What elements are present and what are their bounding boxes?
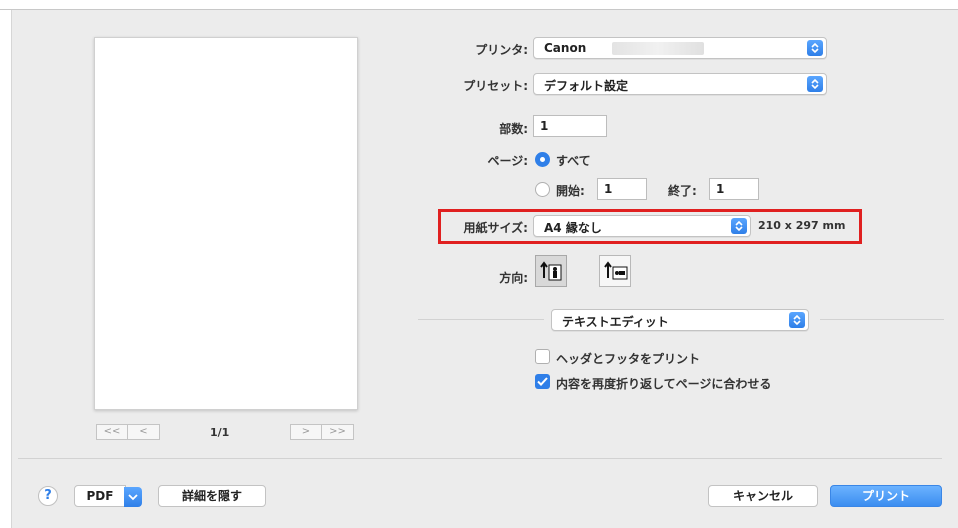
print-preview-page (94, 37, 358, 410)
popup-stepper-icon (789, 312, 805, 328)
printer-popup[interactable]: Canon (533, 37, 827, 59)
window-left-edge (0, 10, 12, 528)
header-footer-label: ヘッダとフッタをプリント (556, 352, 701, 366)
popup-stepper-icon (807, 76, 823, 92)
pages-all-radio[interactable] (535, 152, 550, 167)
next-page-button[interactable]: > (290, 424, 322, 440)
print-button[interactable]: プリント (830, 485, 942, 507)
copies-label: 部数: (499, 122, 528, 136)
cancel-button[interactable]: キャンセル (708, 485, 818, 507)
window-top-edge (0, 0, 958, 10)
page-indicator: 1/1 (210, 426, 230, 439)
pdf-menu-button[interactable] (124, 487, 142, 507)
app-options-popup[interactable]: テキストエディット (551, 309, 809, 331)
printer-model-redacted (612, 42, 704, 55)
copies-field[interactable]: 1 (533, 115, 607, 137)
landscape-orientation-button[interactable] (599, 255, 631, 287)
portrait-icon (540, 261, 562, 281)
popup-stepper-icon (807, 40, 823, 56)
app-options-value: テキストエディット (562, 315, 669, 329)
preview-nav-back: << < (96, 424, 160, 440)
portrait-orientation-button[interactable] (535, 255, 567, 287)
preset-label: プリセット: (463, 79, 528, 93)
paper-size-value: A4 縁なし (544, 221, 602, 235)
pages-to-field[interactable]: 1 (709, 178, 759, 200)
help-button[interactable]: ? (38, 486, 58, 506)
printer-label: プリンタ: (475, 43, 528, 57)
pages-range-radio[interactable] (535, 182, 550, 197)
section-divider-right (820, 319, 944, 320)
first-page-button[interactable]: << (96, 424, 128, 440)
pdf-button[interactable]: PDF (74, 485, 126, 507)
orientation-label: 方向: (499, 271, 528, 285)
pages-label: ページ: (487, 154, 528, 168)
header-footer-checkbox[interactable] (535, 349, 550, 364)
paper-size-popup[interactable]: A4 縁なし (533, 215, 751, 237)
pages-from-field[interactable]: 1 (597, 178, 647, 200)
last-page-button[interactable]: >> (322, 424, 354, 440)
preview-nav-forward: > >> (290, 424, 354, 440)
chevron-down-icon (128, 494, 138, 501)
landscape-icon (604, 261, 628, 280)
section-divider-left (418, 319, 544, 320)
rewrap-checkbox[interactable] (535, 374, 550, 389)
pages-from-label: 開始: (556, 184, 585, 198)
preset-popup[interactable]: デフォルト設定 (533, 73, 827, 95)
rewrap-label: 内容を再度折り返してページに合わせる (556, 377, 772, 391)
popup-stepper-icon (731, 218, 747, 234)
hide-details-button[interactable]: 詳細を隠す (158, 485, 266, 507)
paper-dimensions: 210 x 297 mm (758, 219, 846, 232)
preset-value: デフォルト設定 (544, 79, 629, 93)
printer-value: Canon (544, 41, 587, 55)
footer-divider (18, 458, 942, 459)
pages-to-label: 終了: (668, 184, 697, 198)
pages-all-label: すべて (556, 154, 591, 168)
paper-size-label: 用紙サイズ: (463, 221, 528, 235)
checkmark-icon (537, 377, 548, 386)
previous-page-button[interactable]: < (128, 424, 160, 440)
